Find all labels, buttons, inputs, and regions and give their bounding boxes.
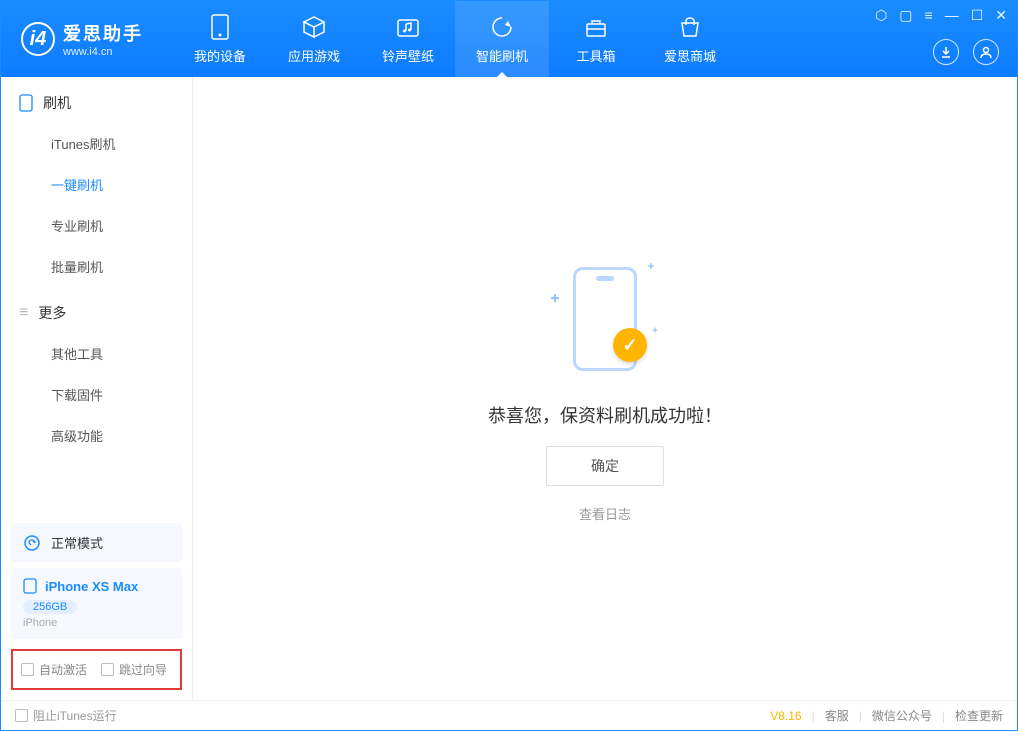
- user-button[interactable]: [973, 39, 999, 65]
- nav-label: 爱思商城: [664, 46, 716, 65]
- device-name: iPhone XS Max: [45, 579, 138, 594]
- header-right-buttons: [933, 39, 999, 65]
- music-folder-icon: [395, 14, 421, 40]
- menu-icon[interactable]: ≡: [925, 7, 933, 24]
- main-content: ✓ 恭喜您，保资料刷机成功啦！ 确定 查看日志: [193, 77, 1017, 700]
- nav-tab-toolbox[interactable]: 工具箱: [549, 1, 643, 77]
- checkbox-label: 跳过向导: [119, 661, 167, 678]
- device-type: iPhone: [23, 617, 170, 629]
- auto-activate-checkbox[interactable]: 自动激活: [21, 661, 87, 678]
- nav-tab-device[interactable]: 我的设备: [173, 1, 267, 77]
- nav-label: 铃声壁纸: [382, 46, 434, 65]
- sidebar: 刷机 iTunes刷机 一键刷机 专业刷机 批量刷机 ≡ 更多 其他工具 下载固…: [1, 77, 193, 700]
- shirt-icon[interactable]: ⬡: [875, 7, 887, 24]
- device-icon: [207, 14, 233, 40]
- block-itunes-checkbox[interactable]: 阻止iTunes运行: [15, 707, 117, 724]
- close-button[interactable]: ✕: [995, 7, 1007, 24]
- logo-icon: i4: [21, 22, 55, 56]
- nav-label: 智能刷机: [476, 46, 528, 65]
- feedback-icon[interactable]: ▢: [899, 7, 912, 24]
- flash-options-row: 自动激活 跳过向导: [11, 649, 182, 690]
- nav-tab-ringtones[interactable]: 铃声壁纸: [361, 1, 455, 77]
- download-button[interactable]: [933, 39, 959, 65]
- sidebar-item-pro-flash[interactable]: 专业刷机: [1, 205, 192, 246]
- sidebar-section-more: ≡ 更多: [1, 287, 192, 333]
- minimize-button[interactable]: ―: [945, 7, 959, 24]
- nav-tab-store[interactable]: 爱思商城: [643, 1, 737, 77]
- hamburger-icon: ≡: [19, 304, 28, 322]
- footer-link-wechat[interactable]: 微信公众号: [872, 707, 932, 724]
- footer-link-support[interactable]: 客服: [825, 707, 849, 724]
- phone-icon: [19, 94, 33, 112]
- footer-link-update[interactable]: 检查更新: [955, 707, 1003, 724]
- success-illustration: ✓: [545, 254, 665, 384]
- phone-small-icon: [23, 578, 37, 594]
- sidebar-item-other-tools[interactable]: 其他工具: [1, 333, 192, 374]
- device-capacity: 256GB: [23, 600, 77, 614]
- nav-label: 我的设备: [194, 46, 246, 65]
- app-subtitle: www.i4.cn: [63, 46, 143, 58]
- checkbox-label: 阻止iTunes运行: [33, 707, 117, 724]
- refresh-shield-icon: [489, 14, 515, 40]
- sidebar-item-advanced[interactable]: 高级功能: [1, 415, 192, 456]
- nav-label: 应用游戏: [288, 46, 340, 65]
- logo: i4 爱思助手 www.i4.cn: [1, 20, 163, 58]
- section-title: 更多: [38, 303, 66, 323]
- toolbox-icon: [583, 14, 609, 40]
- section-title: 刷机: [43, 93, 71, 113]
- checkbox-label: 自动激活: [39, 661, 87, 678]
- app-title: 爱思助手: [63, 20, 143, 46]
- store-icon: [677, 14, 703, 40]
- status-bar: 阻止iTunes运行 V8.16 | 客服 | 微信公众号 | 检查更新: [1, 700, 1017, 730]
- sidebar-item-itunes-flash[interactable]: iTunes刷机: [1, 123, 192, 164]
- nav-tab-apps[interactable]: 应用游戏: [267, 1, 361, 77]
- nav-label: 工具箱: [576, 46, 615, 65]
- version-label: V8.16: [770, 709, 801, 723]
- maximize-button[interactable]: ☐: [971, 7, 984, 24]
- sidebar-section-flash: 刷机: [1, 77, 192, 123]
- sync-icon: [23, 534, 41, 552]
- skip-guide-checkbox[interactable]: 跳过向导: [101, 661, 167, 678]
- mode-label: 正常模式: [51, 533, 103, 552]
- success-message: 恭喜您，保资料刷机成功啦！: [488, 402, 722, 428]
- cube-icon: [301, 14, 327, 40]
- nav-tab-flash[interactable]: 智能刷机: [455, 1, 549, 77]
- sidebar-item-onekey-flash[interactable]: 一键刷机: [1, 164, 192, 205]
- sidebar-item-batch-flash[interactable]: 批量刷机: [1, 246, 192, 287]
- device-mode-card[interactable]: 正常模式: [11, 523, 182, 562]
- app-header: i4 爱思助手 www.i4.cn 我的设备 应用游戏 铃声壁纸 智能刷机 工具…: [1, 1, 1017, 77]
- sidebar-item-download-fw[interactable]: 下载固件: [1, 374, 192, 415]
- nav-tabs: 我的设备 应用游戏 铃声壁纸 智能刷机 工具箱 爱思商城: [173, 1, 737, 77]
- ok-button[interactable]: 确定: [546, 446, 664, 486]
- device-card[interactable]: iPhone XS Max 256GB iPhone: [11, 568, 182, 639]
- view-log-link[interactable]: 查看日志: [579, 504, 631, 523]
- checkmark-badge-icon: ✓: [613, 328, 647, 362]
- window-controls: ⬡ ▢ ≡ ― ☐ ✕: [875, 7, 1007, 24]
